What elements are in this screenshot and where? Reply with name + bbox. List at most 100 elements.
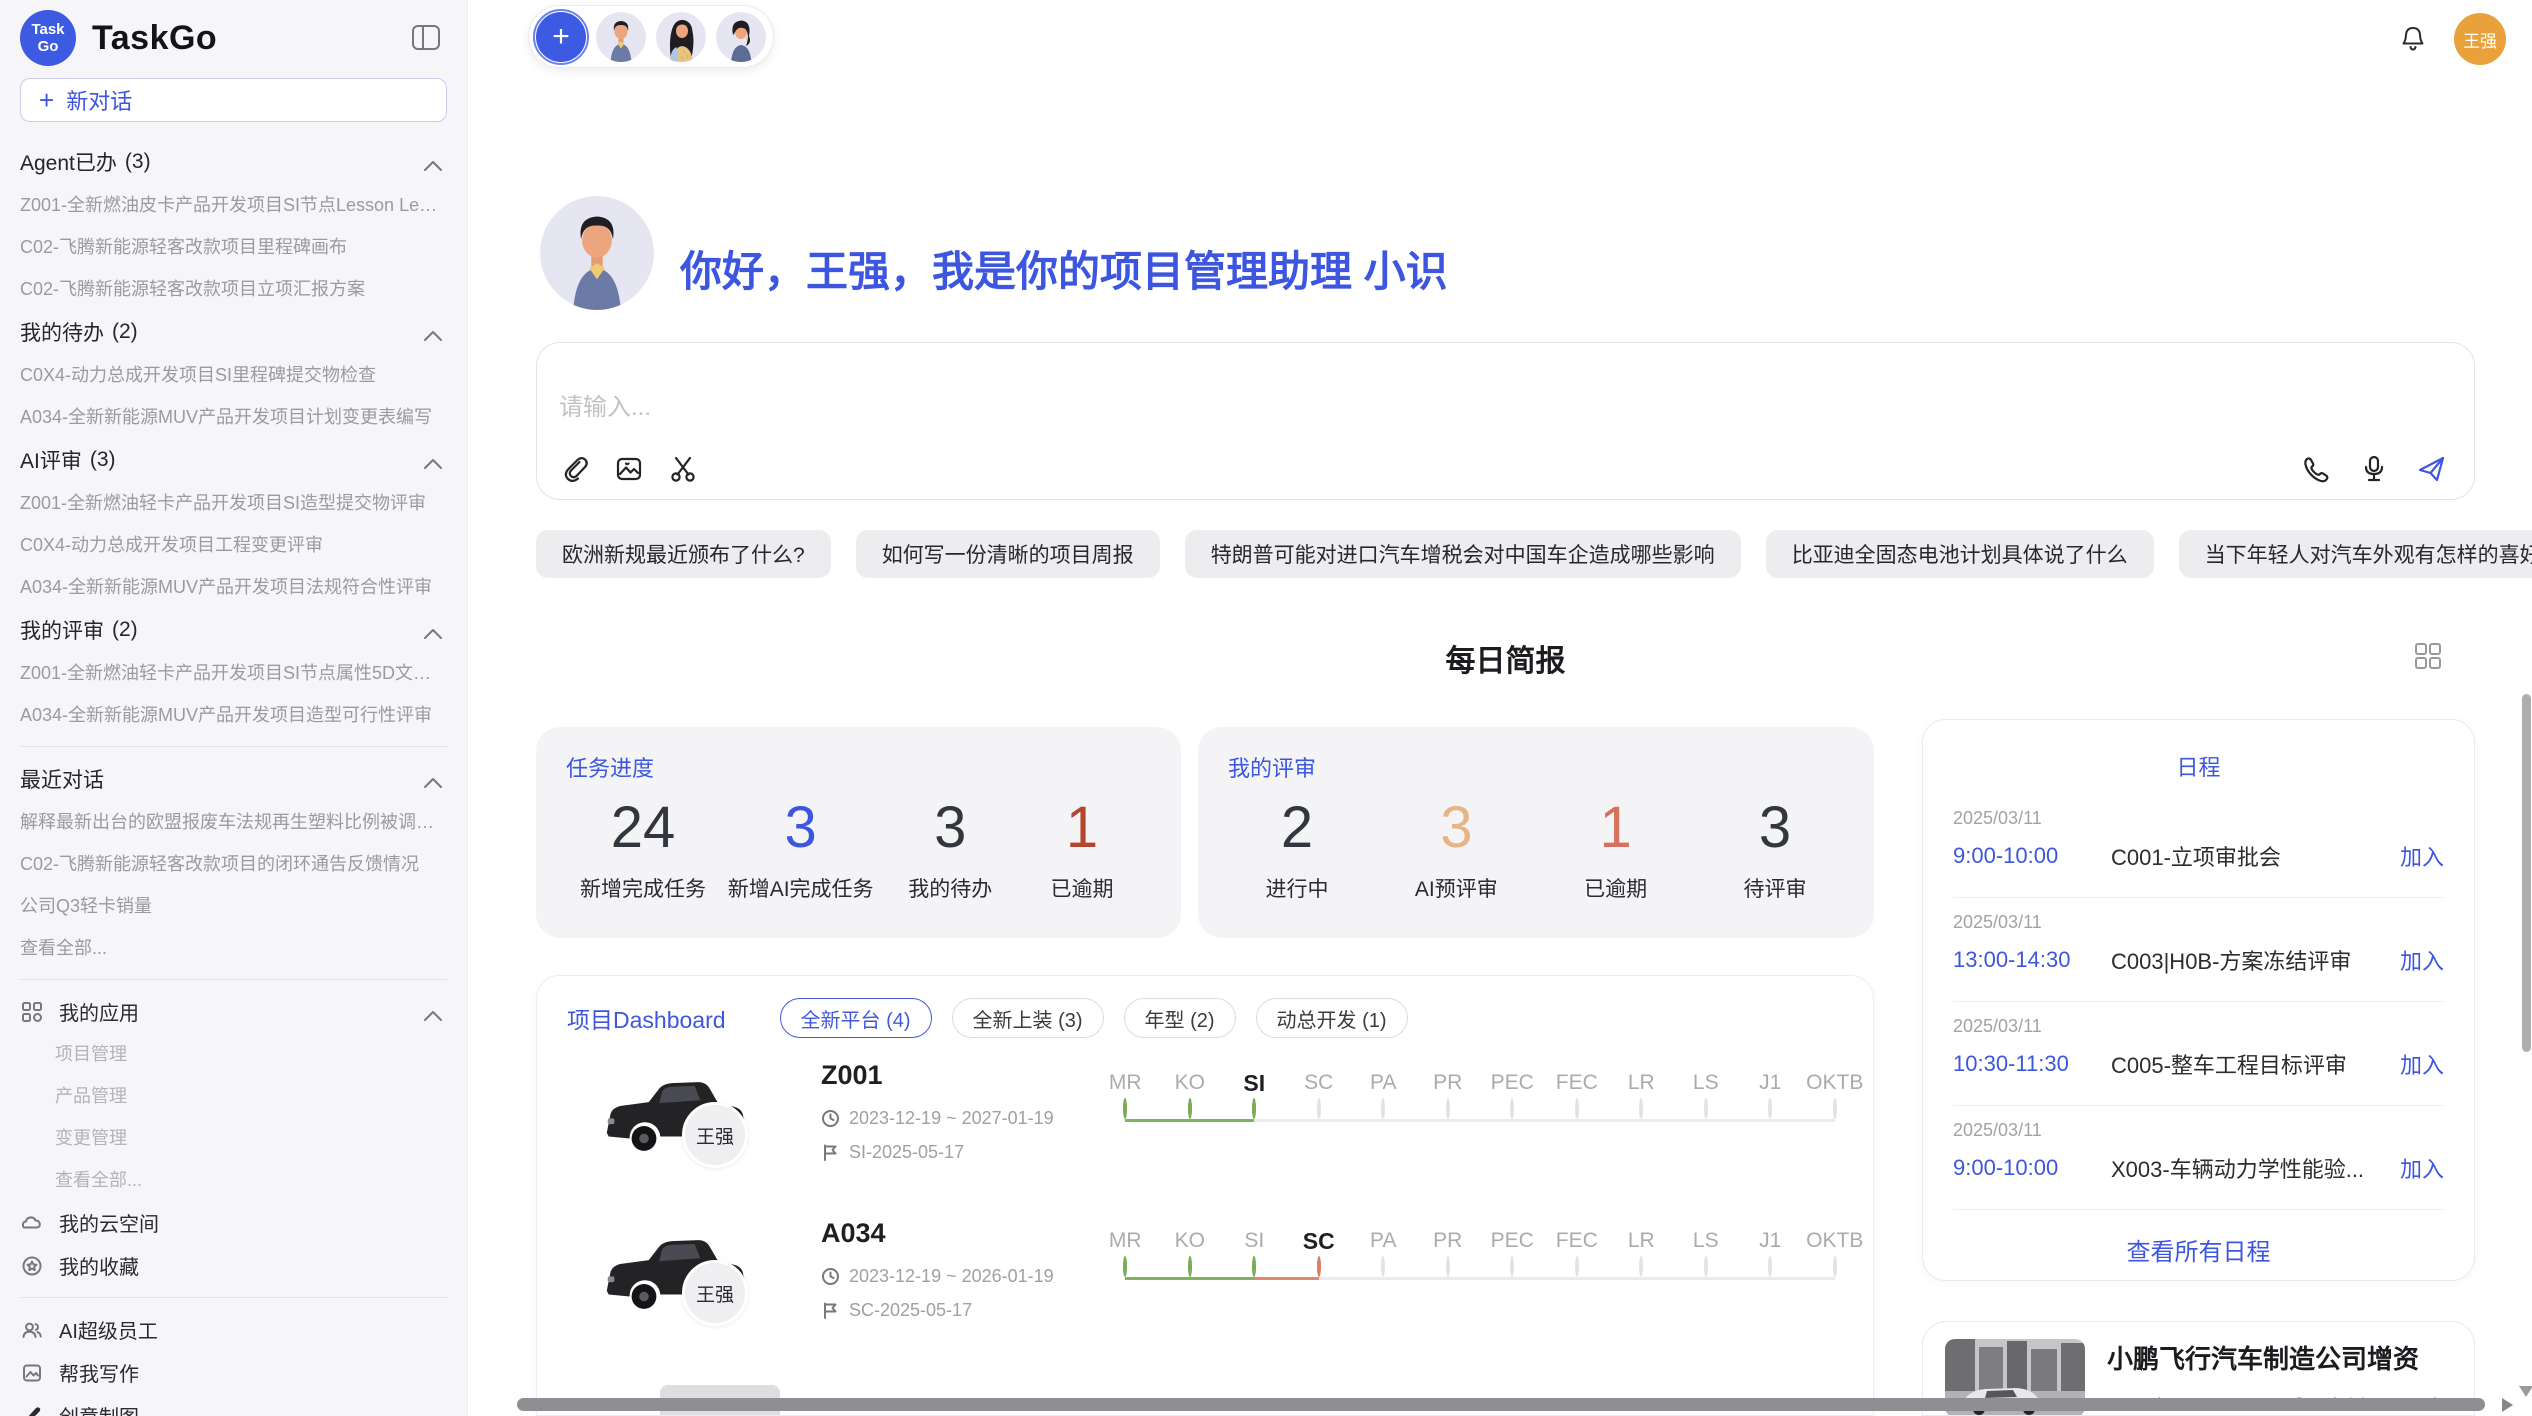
- join-button[interactable]: 加入: [2400, 840, 2444, 872]
- event-name: C001-立项审批会: [2111, 840, 2400, 872]
- recent-chat-item[interactable]: 公司Q3轻卡销量: [20, 885, 447, 927]
- notification-bell-icon[interactable]: [2398, 24, 2428, 54]
- task-item[interactable]: A034-全新新能源MUV产品开发项目法规符合性评审: [20, 566, 447, 608]
- section-title: 最近对话: [20, 764, 104, 794]
- app-link-product-mgmt[interactable]: 产品管理: [20, 1075, 447, 1117]
- suggestion-chip[interactable]: 欧洲新规最近颁布了什么?: [536, 530, 831, 578]
- chevron-up-icon[interactable]: [423, 1005, 443, 1028]
- card-title: 任务进度: [566, 751, 1151, 783]
- scroll-right-arrow-icon[interactable]: [2502, 1398, 2513, 1412]
- app-link-project-mgmt[interactable]: 项目管理: [20, 1033, 447, 1075]
- tab-year-model[interactable]: 年型 (2): [1124, 998, 1236, 1038]
- stat-new-done: 24 新增完成任务: [580, 791, 706, 903]
- section-title: 我的待办: [20, 317, 104, 347]
- taskgo-logo: Task Go: [20, 10, 76, 66]
- assistant-avatar: [540, 196, 654, 310]
- view-all-schedule-link[interactable]: 查看所有日程: [1923, 1232, 2474, 1267]
- collapse-sidebar-icon[interactable]: [411, 24, 441, 51]
- add-agent-button[interactable]: +: [536, 12, 586, 62]
- composer-right-tools: [2300, 453, 2448, 485]
- sidebar-item-help-write[interactable]: 帮我写作: [20, 1351, 447, 1394]
- section-recent-chats[interactable]: 最近对话: [20, 757, 447, 801]
- project-row-z001[interactable]: 王强 Z001 2023-12-19 ~ 2027-01-19 SI-2025-…: [537, 1056, 1873, 1214]
- tab-new-body[interactable]: 全新上装 (3): [952, 998, 1104, 1038]
- horizontal-scrollbar[interactable]: [517, 1398, 2485, 1411]
- screenshot-scissors-icon[interactable]: [667, 453, 699, 485]
- recent-chat-item[interactable]: 解释最新出台的欧盟报废车法规再生塑料比例被调至15%...: [20, 801, 447, 843]
- microphone-icon[interactable]: [2358, 453, 2390, 485]
- task-item[interactable]: C0X4-动力总成开发项目SI里程碑提交物检查: [20, 354, 447, 396]
- chat-input[interactable]: [559, 387, 2059, 427]
- app-window: Task Go TaskGo + 新对话 Agent已办 (3) Z001-全新…: [0, 0, 2532, 1416]
- section-my-review[interactable]: 我的评审 (2): [20, 608, 447, 652]
- sidebar-item-ai-employee[interactable]: AI超级员工: [20, 1308, 447, 1351]
- event-time: 13:00-14:30: [1953, 947, 2111, 973]
- sidebar-item-creative-draw[interactable]: 创意制图: [20, 1394, 447, 1416]
- task-item[interactable]: A034-全新新能源MUV产品开发项目计划变更表编写: [20, 396, 447, 438]
- cloud-space-label: 我的云空间: [59, 1208, 159, 1237]
- task-item[interactable]: A034-全新新能源MUV产品开发项目造型可行性评审: [20, 694, 447, 736]
- task-item[interactable]: Z001-全新燃油皮卡产品开发项目SI节点Lesson Learn报告: [20, 184, 447, 226]
- event-time: 9:00-10:00: [1953, 1155, 2111, 1181]
- sidebar-lists: Agent已办 (3) Z001-全新燃油皮卡产品开发项目SI节点Lesson …: [20, 140, 447, 1416]
- chevron-up-icon[interactable]: [423, 324, 443, 348]
- project-row-a034[interactable]: 王强 A034 2023-12-19 ~ 2026-01-19 SC-2025-…: [537, 1214, 1873, 1372]
- vertical-scrollbar[interactable]: [2522, 694, 2531, 1052]
- main-area: + 王强 你好，王强，我是你的项目管理助理 小识: [468, 0, 2532, 1416]
- favorites-label: 我的收藏: [59, 1251, 139, 1280]
- greeting-text: 你好，王强，我是你的项目管理助理 小识: [680, 238, 1448, 299]
- section-ai-review[interactable]: AI评审 (3): [20, 438, 447, 482]
- milestone-track: MR KO SI SC PA PR PEC FEC LR LS J1 OKTB: [1093, 1066, 1867, 1118]
- my-apps-label: 我的应用: [59, 997, 139, 1026]
- favorites-badge-icon: [20, 1254, 44, 1278]
- app-link-change-mgmt[interactable]: 变更管理: [20, 1117, 447, 1159]
- scroll-down-arrow-icon[interactable]: [2519, 1386, 2532, 1397]
- project-code: Z001: [821, 1060, 883, 1091]
- attachment-icon[interactable]: [559, 453, 591, 485]
- sidebar-item-favorites[interactable]: 我的收藏: [20, 1244, 447, 1287]
- section-my-todo[interactable]: 我的待办 (2): [20, 310, 447, 354]
- project-code: A034: [821, 1218, 886, 1249]
- task-item[interactable]: C02-飞腾新能源轻客改款项目立项汇报方案: [20, 268, 447, 310]
- suggestion-chip[interactable]: 特朗普可能对进口汽车增税会对中国车企造成哪些影响: [1185, 530, 1741, 578]
- chevron-up-icon[interactable]: [423, 452, 443, 476]
- join-button[interactable]: 加入: [2400, 1152, 2444, 1184]
- image-upload-icon[interactable]: [613, 453, 645, 485]
- tab-powertrain[interactable]: 动总开发 (1): [1256, 998, 1408, 1038]
- suggestion-chip[interactable]: 当下年轻人对汽车外观有怎样的喜好趋势: [2179, 530, 2532, 578]
- agent-avatar-3[interactable]: [716, 12, 766, 62]
- section-my-apps[interactable]: 我的应用: [20, 990, 447, 1033]
- briefing-layout-icon[interactable]: [2412, 640, 2444, 672]
- section-agent-done[interactable]: Agent已办 (3): [20, 140, 447, 184]
- send-icon[interactable]: [2416, 453, 2448, 485]
- topbar-right: 王强: [2398, 13, 2506, 65]
- recent-chat-item[interactable]: C02-飞腾新能源轻客改款项目的闭环通告反馈情况: [20, 843, 447, 885]
- new-chat-button[interactable]: + 新对话: [20, 78, 447, 122]
- task-progress-card: 任务进度 24 新增完成任务 3 新增AI完成任务 3 我的待办 1 已逾期: [536, 727, 1181, 938]
- chevron-up-icon[interactable]: [423, 622, 443, 646]
- chevron-up-icon[interactable]: [423, 771, 443, 795]
- event-time: 9:00-10:00: [1953, 843, 2111, 869]
- agent-switcher: +: [528, 5, 774, 68]
- suggestion-chip[interactable]: 比亚迪全固态电池计划具体说了什么: [1766, 530, 2154, 578]
- agent-avatar-1[interactable]: [596, 12, 646, 62]
- view-all-apps[interactable]: 查看全部...: [20, 1159, 447, 1201]
- plus-icon: +: [39, 85, 54, 116]
- view-all-chats[interactable]: 查看全部...: [20, 927, 447, 969]
- agent-avatar-2[interactable]: [656, 12, 706, 62]
- my-review-card: 我的评审 2 进行中 3 AI预评审 1 已逾期 3 待评审: [1198, 727, 1874, 938]
- task-item[interactable]: Z001-全新燃油轻卡产品开发项目SI节点属性5D文件评审: [20, 652, 447, 694]
- tab-new-platform[interactable]: 全新平台 (4): [780, 998, 932, 1038]
- cloud-folder-icon: [20, 1211, 44, 1235]
- join-button[interactable]: 加入: [2400, 944, 2444, 976]
- user-avatar[interactable]: 王强: [2454, 13, 2506, 65]
- voice-call-icon[interactable]: [2300, 453, 2332, 485]
- divider: [20, 979, 447, 980]
- join-button[interactable]: 加入: [2400, 1048, 2444, 1080]
- chevron-up-icon[interactable]: [423, 154, 443, 178]
- task-item[interactable]: C0X4-动力总成开发项目工程变更评审: [20, 524, 447, 566]
- task-item[interactable]: C02-飞腾新能源轻客改款项目里程碑画布: [20, 226, 447, 268]
- sidebar-item-cloud-space[interactable]: 我的云空间: [20, 1201, 447, 1244]
- suggestion-chip[interactable]: 如何写一份清晰的项目周报: [856, 530, 1160, 578]
- task-item[interactable]: Z001-全新燃油轻卡产品开发项目SI造型提交物评审: [20, 482, 447, 524]
